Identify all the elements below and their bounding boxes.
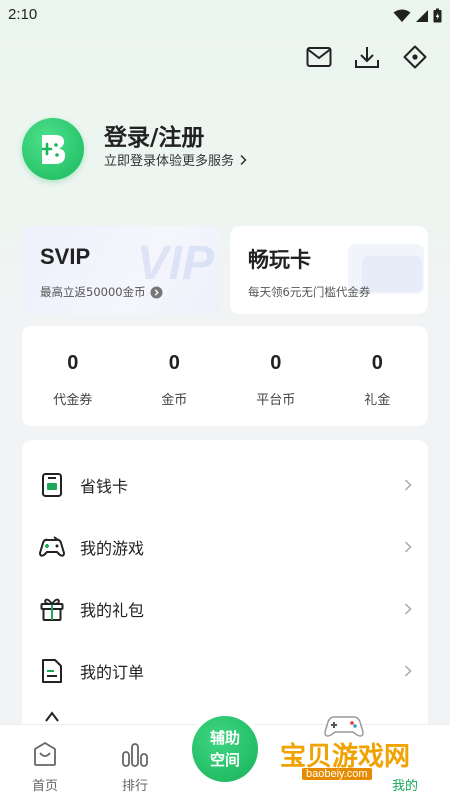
login-subtitle[interactable]: 立即登录体验更多服务 [104,150,248,169]
arrow-circle-icon [150,286,163,298]
home-icon [30,739,60,769]
tab-home[interactable]: 首页 [0,725,90,800]
asset-platform-coins[interactable]: 0 平台币 [225,326,327,426]
battery-icon [433,8,442,23]
asset-value: 0 [67,352,79,374]
asset-label: 金币 [161,393,188,408]
menu-item-savings-card[interactable]: 省钱卡 [22,454,428,516]
app-logo-avatar[interactable] [22,118,84,180]
menu-item-label: 我的礼包 [80,601,145,620]
asset-label: 代金券 [53,393,93,408]
chevron-right-icon [240,154,247,165]
gift-icon [38,595,66,623]
svip-subtitle-text: 最高立返50000金币 [40,285,146,299]
asset-value: 0 [371,352,383,374]
wifi-icon [393,9,411,22]
chevron-right-icon [404,665,412,677]
assist-space-button[interactable]: 辅助 空间 [192,716,258,782]
tab-label: 首页 [31,779,58,794]
menu-item-my-gifts[interactable]: 我的礼包 [22,578,428,640]
login-profile[interactable]: 登录/注册 立即登录体验更多服务 [22,118,422,186]
play-card[interactable]: 畅玩卡 每天领6元无门槛代金券 [230,226,428,314]
asset-label: 平台币 [256,393,296,408]
svip-card[interactable]: VIP SVIP 最高立返50000金币 [22,226,220,314]
watermark-url: baobeiy.com [302,768,372,780]
svip-watermark: VIP [136,237,214,290]
menu-item-my-orders[interactable]: 我的订单 [22,640,428,702]
asset-value: 0 [168,352,180,374]
download-icon[interactable] [354,44,380,70]
status-icons [393,8,442,23]
play-card-title: 畅玩卡 [248,248,311,272]
svip-title: SVIP [40,244,91,269]
chevron-right-icon [404,541,412,553]
diamond-nav-icon[interactable] [402,44,428,70]
status-bar: 2:10 [0,0,450,32]
order-icon [38,657,66,685]
menu-list: 省钱卡 我的游戏 我的礼包 我的订单 [22,440,428,740]
top-actions [306,44,428,70]
tab-rank[interactable]: 排行 [90,725,180,800]
mail-icon[interactable] [306,44,332,70]
login-subtitle-text: 立即登录体验更多服务 [104,154,235,169]
fab-line2: 空间 [209,751,240,769]
menu-item-label: 我的订单 [80,663,145,682]
asset-gift-money[interactable]: 0 礼金 [327,326,429,426]
chevron-right-icon [404,479,412,491]
asset-voucher[interactable]: 0 代金券 [22,326,124,426]
site-watermark: 宝贝游戏网 baobeiy.com [272,712,450,796]
svip-subtitle: 最高立返50000金币 [40,284,163,300]
menu-item-my-games[interactable]: 我的游戏 [22,516,428,578]
tab-label: 排行 [121,779,148,794]
assets-panel: 0 代金券 0 金币 0 平台币 0 礼金 [22,326,428,426]
savings-card-icon [38,471,66,499]
asset-label: 礼金 [364,393,391,408]
status-time: 2:10 [8,6,38,23]
signal-icon [416,9,428,22]
rank-bars-icon [120,739,150,769]
asset-value: 0 [270,352,282,374]
asset-coins[interactable]: 0 金币 [124,326,226,426]
login-title[interactable]: 登录/注册 [104,118,204,152]
membership-cards: VIP SVIP 最高立返50000金币 畅玩卡 每天领6元无门槛代金券 [22,226,428,314]
menu-item-label: 我的游戏 [80,539,145,558]
fab-line1: 辅助 [209,729,240,747]
chevron-right-icon [404,603,412,615]
play-card-subtitle: 每天领6元无门槛代金券 [248,285,371,299]
menu-item-label: 省钱卡 [80,477,129,496]
gamepad-icon [38,533,66,561]
